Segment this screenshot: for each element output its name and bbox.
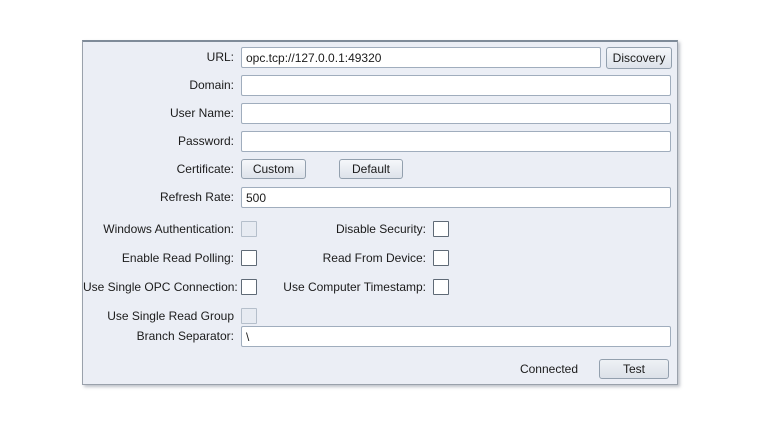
enable-read-polling-label: Enable Read Polling: [83, 249, 234, 267]
url-input[interactable] [241, 47, 601, 68]
certificate-custom-button[interactable]: Custom [241, 159, 306, 179]
use-single-read-group-label: Use Single Read Group [83, 307, 234, 325]
bottom-bar: Connected Test [83, 358, 669, 380]
disable-security-checkbox[interactable] [433, 221, 449, 237]
disable-security-label: Disable Security: [261, 220, 426, 238]
refresh-rate-row: Refresh Rate: [83, 187, 677, 209]
connection-status-text: Connected [520, 359, 578, 379]
enable-read-polling-checkbox[interactable] [241, 250, 257, 266]
read-from-device-checkbox[interactable] [433, 250, 449, 266]
certificate-row: Certificate: Custom Default [83, 159, 677, 181]
discovery-button[interactable]: Discovery [606, 47, 672, 69]
read-from-device-label: Read From Device: [261, 249, 426, 267]
test-button[interactable]: Test [599, 359, 669, 379]
checkbox-row-1: Windows Authentication: Disable Security… [83, 220, 677, 242]
password-row: Password: [83, 131, 677, 153]
user-name-input[interactable] [241, 103, 671, 124]
url-row: URL: Discovery [83, 47, 677, 69]
use-single-read-group-checkbox [241, 308, 257, 324]
use-single-opc-connection-label: Use Single OPC Connection: [83, 278, 234, 296]
windows-authentication-label: Windows Authentication: [83, 220, 234, 238]
domain-label: Domain: [83, 75, 234, 96]
checkbox-row-3: Use Single OPC Connection: Use Computer … [83, 278, 677, 300]
checkbox-row-2: Enable Read Polling: Read From Device: [83, 249, 677, 271]
use-single-opc-connection-checkbox[interactable] [241, 279, 257, 295]
use-computer-timestamp-checkbox[interactable] [433, 279, 449, 295]
refresh-rate-label: Refresh Rate: [83, 187, 234, 208]
password-label: Password: [83, 131, 234, 152]
branch-separator-row: Branch Separator: [83, 326, 677, 348]
domain-input[interactable] [241, 75, 671, 96]
connection-settings-panel: URL: Discovery Domain: User Name: Passwo… [82, 40, 678, 385]
password-input[interactable] [241, 131, 671, 152]
certificate-default-button[interactable]: Default [339, 159, 403, 179]
url-label: URL: [83, 47, 234, 68]
certificate-label: Certificate: [83, 159, 234, 180]
use-computer-timestamp-label: Use Computer Timestamp: [261, 278, 426, 296]
branch-separator-label: Branch Separator: [83, 326, 234, 347]
domain-row: Domain: [83, 75, 677, 97]
user-name-row: User Name: [83, 103, 677, 125]
user-name-label: User Name: [83, 103, 234, 124]
branch-separator-input[interactable] [241, 326, 671, 347]
refresh-rate-input[interactable] [241, 187, 671, 208]
windows-authentication-checkbox [241, 221, 257, 237]
